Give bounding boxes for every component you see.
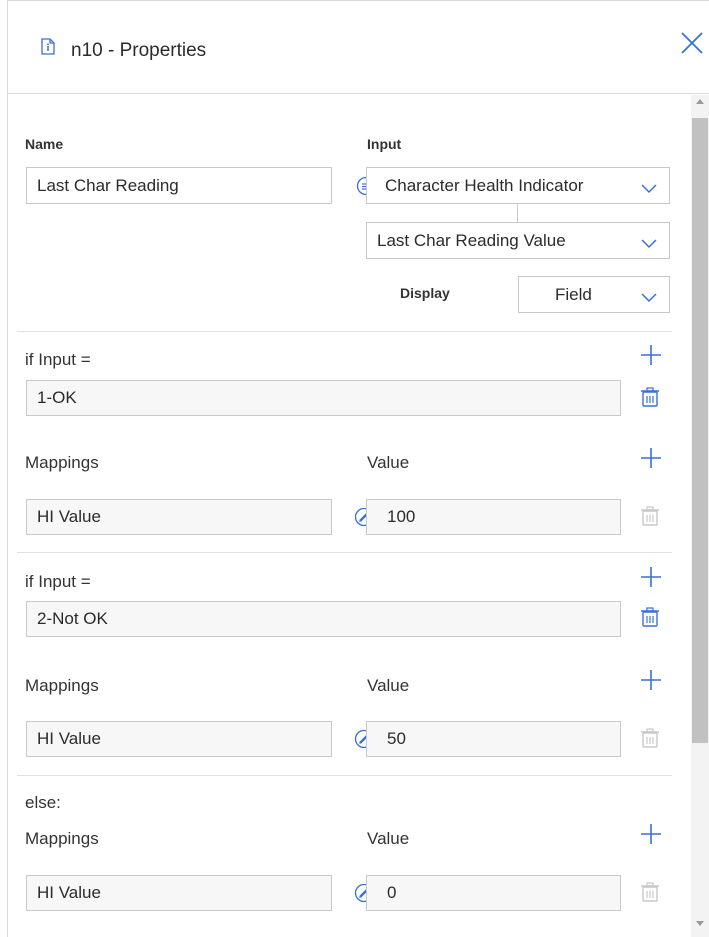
mapping-field-input[interactable]: HI Value: [26, 499, 332, 535]
condition-value: 2-Not OK: [37, 609, 108, 628]
input-field-value: Last Char Reading Value: [377, 230, 566, 250]
mapping-value-input[interactable]: 50: [366, 721, 621, 757]
input-source-value: Character Health Indicator: [385, 175, 584, 195]
if-input-label: if Input =: [25, 350, 91, 369]
mapping-field-value: HI Value: [37, 883, 101, 902]
panel-header: n10 - Properties: [8, 1, 709, 94]
chevron-down-icon: [641, 288, 657, 308]
mappings-label: Mappings: [25, 453, 99, 472]
value-label: Value: [367, 829, 410, 848]
trash-icon[interactable]: [641, 728, 659, 748]
if-input-label: if Input =: [25, 572, 91, 591]
display-select[interactable]: Field: [518, 276, 670, 313]
scroll-down-arrow-icon[interactable]: [696, 921, 704, 926]
section-divider: [17, 552, 672, 553]
condition-value-input[interactable]: 1-OK: [26, 380, 621, 416]
mapping-value: 50: [387, 729, 406, 748]
chevron-down-icon: [641, 234, 657, 254]
mapping-field-input[interactable]: HI Value: [26, 721, 332, 757]
add-mapping-plus-icon[interactable]: [640, 447, 662, 469]
condition-value-input[interactable]: 2-Not OK: [26, 601, 621, 637]
else-label: else:: [25, 793, 61, 812]
close-icon[interactable]: [680, 31, 704, 60]
trash-icon[interactable]: [641, 506, 659, 526]
mapping-field-value: HI Value: [37, 729, 101, 748]
display-value: Field: [555, 284, 592, 304]
mapping-value: 100: [387, 507, 416, 526]
name-input[interactable]: Last Char Reading: [26, 167, 332, 204]
scroll-up-arrow-icon[interactable]: [696, 99, 704, 104]
trash-icon[interactable]: [641, 882, 659, 902]
chevron-down-icon: [641, 179, 657, 199]
document-icon: [41, 38, 55, 60]
section-divider: [17, 331, 672, 332]
add-mapping-plus-icon[interactable]: [640, 669, 662, 691]
name-input-value: Last Char Reading: [37, 175, 179, 195]
name-label: Name: [25, 136, 64, 152]
mappings-label: Mappings: [25, 676, 99, 695]
trash-icon[interactable]: [641, 607, 659, 627]
display-label: Display: [400, 285, 450, 301]
section-divider: [17, 775, 672, 776]
add-condition-plus-icon[interactable]: [640, 344, 662, 366]
mapping-field-input[interactable]: HI Value: [26, 875, 332, 911]
trash-icon[interactable]: [641, 387, 659, 407]
mapping-value: 0: [387, 883, 397, 902]
value-label: Value: [367, 453, 410, 472]
input-label: Input: [367, 136, 402, 152]
connector-line: [517, 204, 518, 222]
condition-value: 1-OK: [37, 388, 77, 407]
mappings-label: Mappings: [25, 829, 99, 848]
add-mapping-plus-icon[interactable]: [640, 823, 662, 845]
input-field-select[interactable]: Last Char Reading Value: [366, 222, 670, 259]
input-source-select[interactable]: Character Health Indicator: [366, 167, 670, 204]
value-label: Value: [367, 676, 410, 695]
properties-panel: [7, 0, 709, 937]
panel-title: n10 - Properties: [71, 40, 207, 61]
scrollbar-thumb[interactable]: [692, 118, 708, 743]
mapping-value-input[interactable]: 100: [366, 499, 621, 535]
mapping-value-input[interactable]: 0: [366, 875, 621, 911]
add-condition-plus-icon[interactable]: [640, 566, 662, 588]
mapping-field-value: HI Value: [37, 507, 101, 526]
